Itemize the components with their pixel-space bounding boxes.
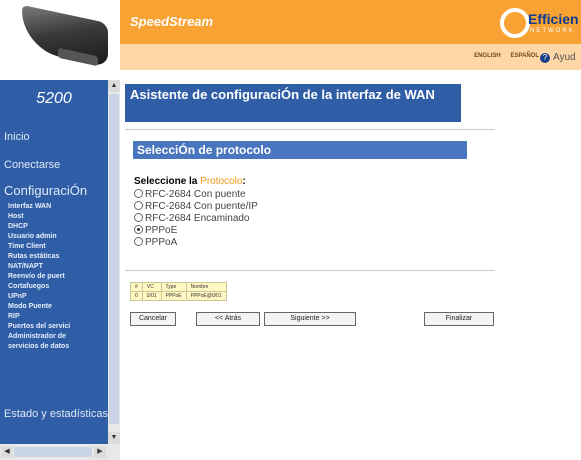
sidebar-vertical-scrollbar[interactable]: ▲ ▼ xyxy=(108,80,120,444)
protocol-label: RFC-2684 Con puente/IP xyxy=(145,201,258,212)
table-header-cell: VC xyxy=(141,282,162,292)
table-header-row: # VC Type Nombre xyxy=(130,282,227,292)
sidebar-subitem[interactable]: Time Client xyxy=(8,242,70,252)
radio-button[interactable] xyxy=(134,189,143,198)
select-prefix: Seleccione la xyxy=(134,176,201,187)
sidebar-subitem[interactable]: Puertos del servici xyxy=(8,322,70,332)
nav-estado[interactable]: Estado y estadísticas xyxy=(4,408,108,421)
sidebar-subitem[interactable]: RIP xyxy=(8,312,70,322)
logo-text: Efficien xyxy=(528,11,579,27)
protocol-option[interactable]: RFC-2684 Con puente/IP xyxy=(134,201,258,213)
sidebar-subitem[interactable]: Administrador de xyxy=(8,332,70,342)
sidebar-subitem[interactable]: servicios de datos xyxy=(8,342,70,352)
table-header-cell: # xyxy=(130,282,143,292)
table-cell: 0 xyxy=(130,291,143,301)
select-protocol-label: Seleccione la Protocolo: xyxy=(134,176,246,187)
logo-ring-icon xyxy=(500,8,530,38)
nav-conectarse[interactable]: Conectarse xyxy=(4,159,60,171)
sidebar-subitem[interactable]: Host xyxy=(8,212,70,222)
select-highlight: Protocolo xyxy=(200,176,243,187)
scroll-thumb[interactable] xyxy=(109,94,119,424)
help-label: Ayud xyxy=(553,52,576,63)
language-links: ENGLISH ESPAÑOL xyxy=(466,53,539,59)
sidebar-subitem[interactable]: Cortafuegos xyxy=(8,282,70,292)
table-cell: PPPoE@0/01 xyxy=(185,291,227,301)
sidebar-subitem[interactable]: DHCP xyxy=(8,222,70,232)
finish-button[interactable]: Finalizar xyxy=(424,312,494,326)
protocol-label: RFC-2684 Con puente xyxy=(145,189,246,200)
table-header-cell: Type xyxy=(160,282,187,292)
logo-subtext: NETWORK xyxy=(530,28,575,34)
table-row: 0 0/01 PPPoE PPPoE@0/01 xyxy=(130,291,227,301)
divider xyxy=(125,129,495,130)
lang-english-link[interactable]: ENGLISH xyxy=(474,53,501,59)
sidebar-subitem[interactable]: Reenvío de puert xyxy=(8,272,70,282)
sidebar-horizontal-scrollbar[interactable]: ◀ ▶ xyxy=(0,444,120,460)
back-button[interactable]: << Atrás xyxy=(196,312,260,326)
scroll-down-icon[interactable]: ▼ xyxy=(108,432,120,444)
sidebar-subitem[interactable]: UPnP xyxy=(8,292,70,302)
vc-table: # VC Type Nombre 0 0/01 PPPoE PPPoE@0/01 xyxy=(130,282,227,301)
sidebar: 5200 Inicio Conectarse ConfiguraciÓn Int… xyxy=(0,80,108,460)
lang-espanol-link[interactable]: ESPAÑOL xyxy=(510,53,539,59)
protocol-radio-group: RFC-2684 Con puente RFC-2684 Con puente/I… xyxy=(134,189,258,249)
protocol-option[interactable]: PPPoA xyxy=(134,237,258,249)
sidebar-subitem[interactable]: Rutas estáticas xyxy=(8,252,70,262)
radio-button[interactable] xyxy=(134,237,143,246)
model-label: 5200 xyxy=(36,90,72,107)
select-suffix: : xyxy=(242,176,246,187)
next-button[interactable]: Siguiente >> xyxy=(264,312,356,326)
protocol-label: PPPoA xyxy=(145,237,178,248)
language-bar: ENGLISH ESPAÑOL xyxy=(120,44,581,70)
page-title: Asistente de configuraciÓn de la interfa… xyxy=(125,84,461,122)
protocol-option[interactable]: RFC-2684 Encaminado xyxy=(134,213,258,225)
divider xyxy=(125,270,495,271)
sidebar-subitem[interactable]: Modo Puente xyxy=(8,302,70,312)
section-header: SelecciÓn de protocolo xyxy=(133,141,467,159)
radio-button[interactable] xyxy=(134,201,143,210)
scroll-up-icon[interactable]: ▲ xyxy=(108,80,120,92)
radio-button[interactable] xyxy=(134,225,143,234)
protocol-label: RFC-2684 Encaminado xyxy=(145,213,250,224)
protocol-option[interactable]: PPPoE xyxy=(134,225,258,237)
protocol-option[interactable]: RFC-2684 Con puente xyxy=(134,189,258,201)
sidebar-subitem[interactable]: Interfaz WAN xyxy=(8,202,70,212)
scroll-h-thumb[interactable] xyxy=(14,447,92,457)
scroll-right-icon[interactable]: ▶ xyxy=(94,446,106,458)
table-cell: PPPoE xyxy=(160,291,187,301)
help-link[interactable]: ? Ayud xyxy=(540,52,576,63)
protocol-label: PPPoE xyxy=(145,225,178,236)
cancel-button[interactable]: Cancelar xyxy=(130,312,176,326)
nav-inicio[interactable]: Inicio xyxy=(4,131,30,143)
radio-button[interactable] xyxy=(134,213,143,222)
help-icon: ? xyxy=(540,53,550,63)
nav-configuracion[interactable]: ConfiguraciÓn xyxy=(4,183,87,198)
brand-name: SpeedStream xyxy=(130,14,214,29)
config-submenu: Interfaz WAN Host DHCP Usuario admin Time Cl… xyxy=(8,202,70,352)
modem-image xyxy=(0,0,120,80)
table-header-cell: Nombre xyxy=(185,282,227,292)
sidebar-subitem[interactable]: Usuario admin xyxy=(8,232,70,242)
table-cell: 0/01 xyxy=(141,291,162,301)
scroll-left-icon[interactable]: ◀ xyxy=(1,446,13,458)
sidebar-subitem[interactable]: NAT/NAPT xyxy=(8,262,70,272)
